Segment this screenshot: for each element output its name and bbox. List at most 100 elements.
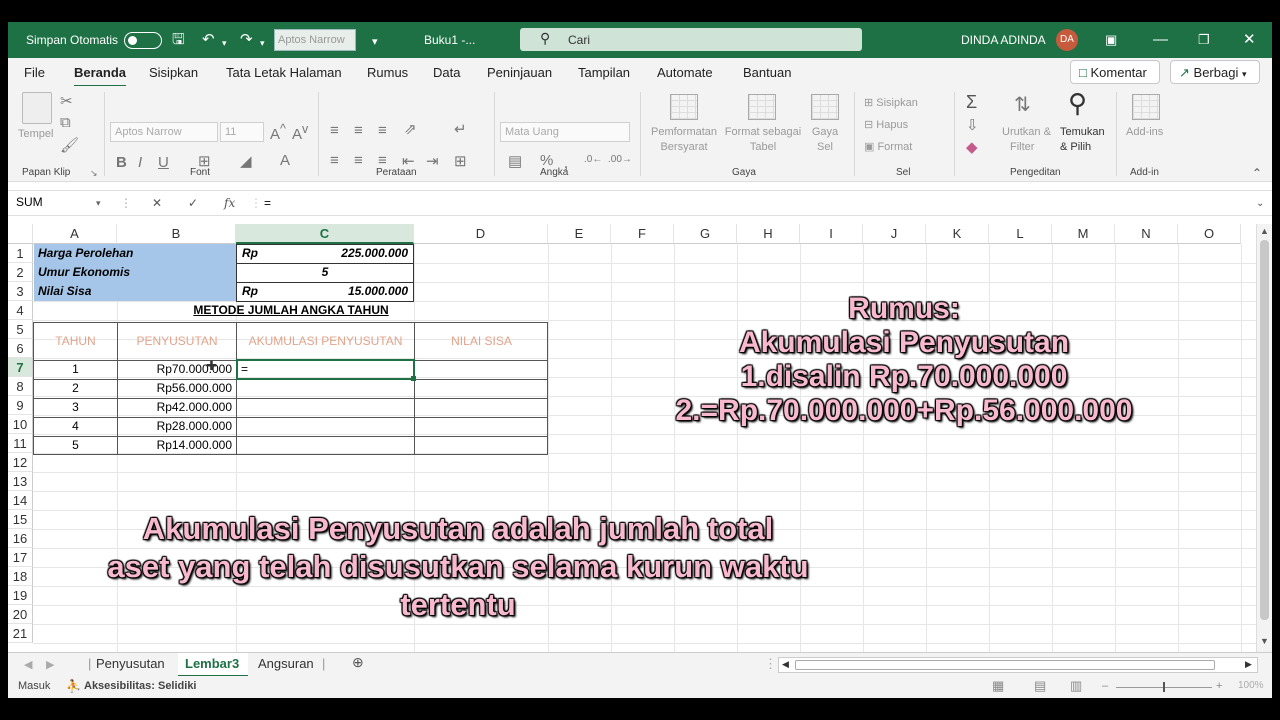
copy-icon[interactable]: ⧉ [60, 114, 71, 131]
cell-c1[interactable]: 225.000.000 [268, 244, 412, 263]
redo-dropdown-icon[interactable]: ▾ [260, 34, 265, 52]
fill-icon[interactable]: ⇩ [966, 116, 979, 134]
horizontal-scrollbar[interactable]: ◀ ▶ [778, 657, 1258, 673]
sheet-tab-lembar3[interactable]: Lembar3 [185, 656, 239, 671]
cell-b11[interactable]: Rp14.000.000 [118, 436, 236, 455]
row-header-18[interactable]: 18 [8, 567, 33, 586]
row-header-15[interactable]: 15 [8, 510, 33, 529]
cell-b9[interactable]: Rp42.000.000 [118, 398, 236, 417]
cell-styles-label-1[interactable]: Gaya [808, 126, 842, 138]
row-header-13[interactable]: 13 [8, 472, 33, 491]
align-middle-icon[interactable]: ≡ [354, 122, 363, 139]
tab-formulas[interactable]: Rumus [367, 65, 408, 80]
clear-icon[interactable]: ◆ [966, 138, 978, 156]
cancel-icon[interactable]: ✕ [152, 196, 162, 210]
vertical-scrollbar[interactable]: ▲ ▼ [1256, 224, 1272, 652]
row-header-1[interactable]: 1 [8, 244, 33, 263]
cell-a3[interactable]: Nilai Sisa [34, 282, 236, 301]
cell-c2[interactable]: 5 [238, 263, 412, 282]
cell-a11[interactable]: 5 [34, 436, 117, 455]
format-as-table-icon[interactable] [748, 94, 776, 120]
autosave-toggle[interactable] [124, 32, 162, 49]
row-header-2[interactable]: 2 [8, 263, 33, 282]
normal-view-icon[interactable]: ▦ [992, 678, 1004, 694]
cell-b7[interactable]: Rp70.000.000 [118, 360, 236, 379]
select-all-corner[interactable] [8, 224, 33, 244]
conditional-format-label-1[interactable]: Pemformatan [646, 126, 722, 138]
cell-a10[interactable]: 4 [34, 417, 117, 436]
underline-icon[interactable]: U [158, 154, 169, 171]
enter-icon[interactable]: ✓ [188, 196, 198, 210]
horizontal-scroll-thumb[interactable] [795, 660, 1215, 670]
close-icon[interactable]: ✕ [1243, 31, 1256, 49]
worksheet-grid[interactable]: A B C D E F G H I J K L M N O 1 2 3 4 5 … [8, 224, 1256, 652]
sheet-tab-angsuran[interactable]: Angsuran [258, 656, 314, 671]
column-header-o[interactable]: O [1178, 224, 1241, 244]
row-header-4[interactable]: 4 [8, 301, 33, 320]
column-header-g[interactable]: G [674, 224, 737, 244]
find-select-label-1[interactable]: Temukan [1060, 126, 1105, 138]
page-layout-view-icon[interactable]: ▤ [1034, 678, 1046, 694]
scroll-up-icon[interactable]: ▲ [1260, 226, 1269, 236]
column-header-b[interactable]: B [117, 224, 236, 244]
conditional-format-label-2[interactable]: Bersyarat [646, 141, 722, 153]
zoom-in-icon[interactable]: + [1216, 680, 1222, 692]
restore-icon[interactable]: ❐ [1198, 31, 1210, 49]
tab-page-layout[interactable]: Tata Letak Halaman [226, 65, 342, 80]
autosum-icon[interactable]: Σ [966, 92, 977, 113]
number-format-select[interactable]: Mata Uang [500, 122, 630, 142]
column-header-k[interactable]: K [926, 224, 989, 244]
document-name[interactable]: Buku1 -... [424, 33, 475, 47]
column-header-l[interactable]: L [989, 224, 1052, 244]
fill-color-icon[interactable]: ◢ [240, 152, 252, 170]
header-akumulasi[interactable]: AKUMULASI PENYUSUTAN [237, 332, 414, 351]
sheet-tab-penyusutan[interactable]: Penyusutan [96, 656, 165, 671]
align-top-icon[interactable]: ≡ [330, 122, 339, 139]
avatar[interactable]: DA [1056, 29, 1078, 51]
sort-filter-label-1[interactable]: Urutkan & [1002, 126, 1051, 138]
tab-file[interactable]: File [24, 65, 45, 80]
cell-styles-label-2[interactable]: Sel [808, 141, 842, 153]
sort-filter-icon[interactable]: ⇅ [1014, 92, 1031, 117]
cell-b10[interactable]: Rp28.000.000 [118, 417, 236, 436]
find-select-icon[interactable]: ⚲ [1068, 88, 1087, 119]
undo-dropdown-icon[interactable]: ▾ [222, 34, 227, 52]
format-cells-button[interactable]: ▣ Format [864, 140, 912, 153]
row-header-19[interactable]: 19 [8, 586, 33, 605]
font-color-icon[interactable]: A [280, 152, 290, 169]
row-header-12[interactable]: 12 [8, 453, 33, 472]
quick-font-box[interactable]: Aptos Narrow [274, 29, 356, 51]
name-box[interactable]: SUM [16, 195, 108, 209]
formula-input[interactable]: = [264, 196, 271, 210]
row-header-9[interactable]: 9 [8, 396, 33, 415]
insert-function-icon[interactable]: fx [224, 196, 235, 210]
tab-review[interactable]: Peninjauan [487, 65, 552, 80]
format-as-table-label-2[interactable]: Tabel [720, 141, 806, 153]
redo-icon[interactable]: ↷ [240, 31, 253, 49]
find-select-label-2[interactable]: & Pilih [1060, 141, 1091, 153]
column-header-d[interactable]: D [414, 224, 548, 244]
decrease-decimal-icon[interactable]: .00→ [608, 154, 632, 165]
scroll-left-icon[interactable]: ◀ [782, 659, 789, 670]
save-icon[interactable]: 🖫 [172, 31, 185, 49]
header-tahun[interactable]: TAHUN [34, 332, 117, 351]
bold-icon[interactable]: B [116, 154, 127, 171]
page-break-view-icon[interactable]: ▥ [1070, 678, 1082, 694]
comment-button[interactable]: □ Komentar [1070, 60, 1160, 84]
clipboard-launcher-icon[interactable]: ↘ [90, 168, 98, 179]
cell-styles-icon[interactable] [811, 94, 839, 120]
delete-cells-button[interactable]: ⊟ Hapus [864, 118, 908, 131]
increase-indent-icon[interactable]: ⇥ [426, 152, 439, 170]
align-bottom-icon[interactable]: ≡ [378, 122, 387, 139]
accessibility-icon[interactable]: ⛹ [66, 679, 81, 693]
fill-handle[interactable] [411, 376, 416, 381]
user-name[interactable]: DINDA ADINDA [961, 33, 1046, 47]
row-header-17[interactable]: 17 [8, 548, 33, 567]
column-header-n[interactable]: N [1115, 224, 1178, 244]
vertical-scroll-thumb[interactable] [1260, 240, 1269, 620]
header-penyusutan[interactable]: PENYUSUTAN [118, 332, 236, 351]
addins-icon[interactable] [1132, 94, 1160, 120]
cell-a8[interactable]: 2 [34, 379, 117, 398]
column-header-j[interactable]: J [863, 224, 926, 244]
conditional-format-icon[interactable] [670, 94, 698, 120]
